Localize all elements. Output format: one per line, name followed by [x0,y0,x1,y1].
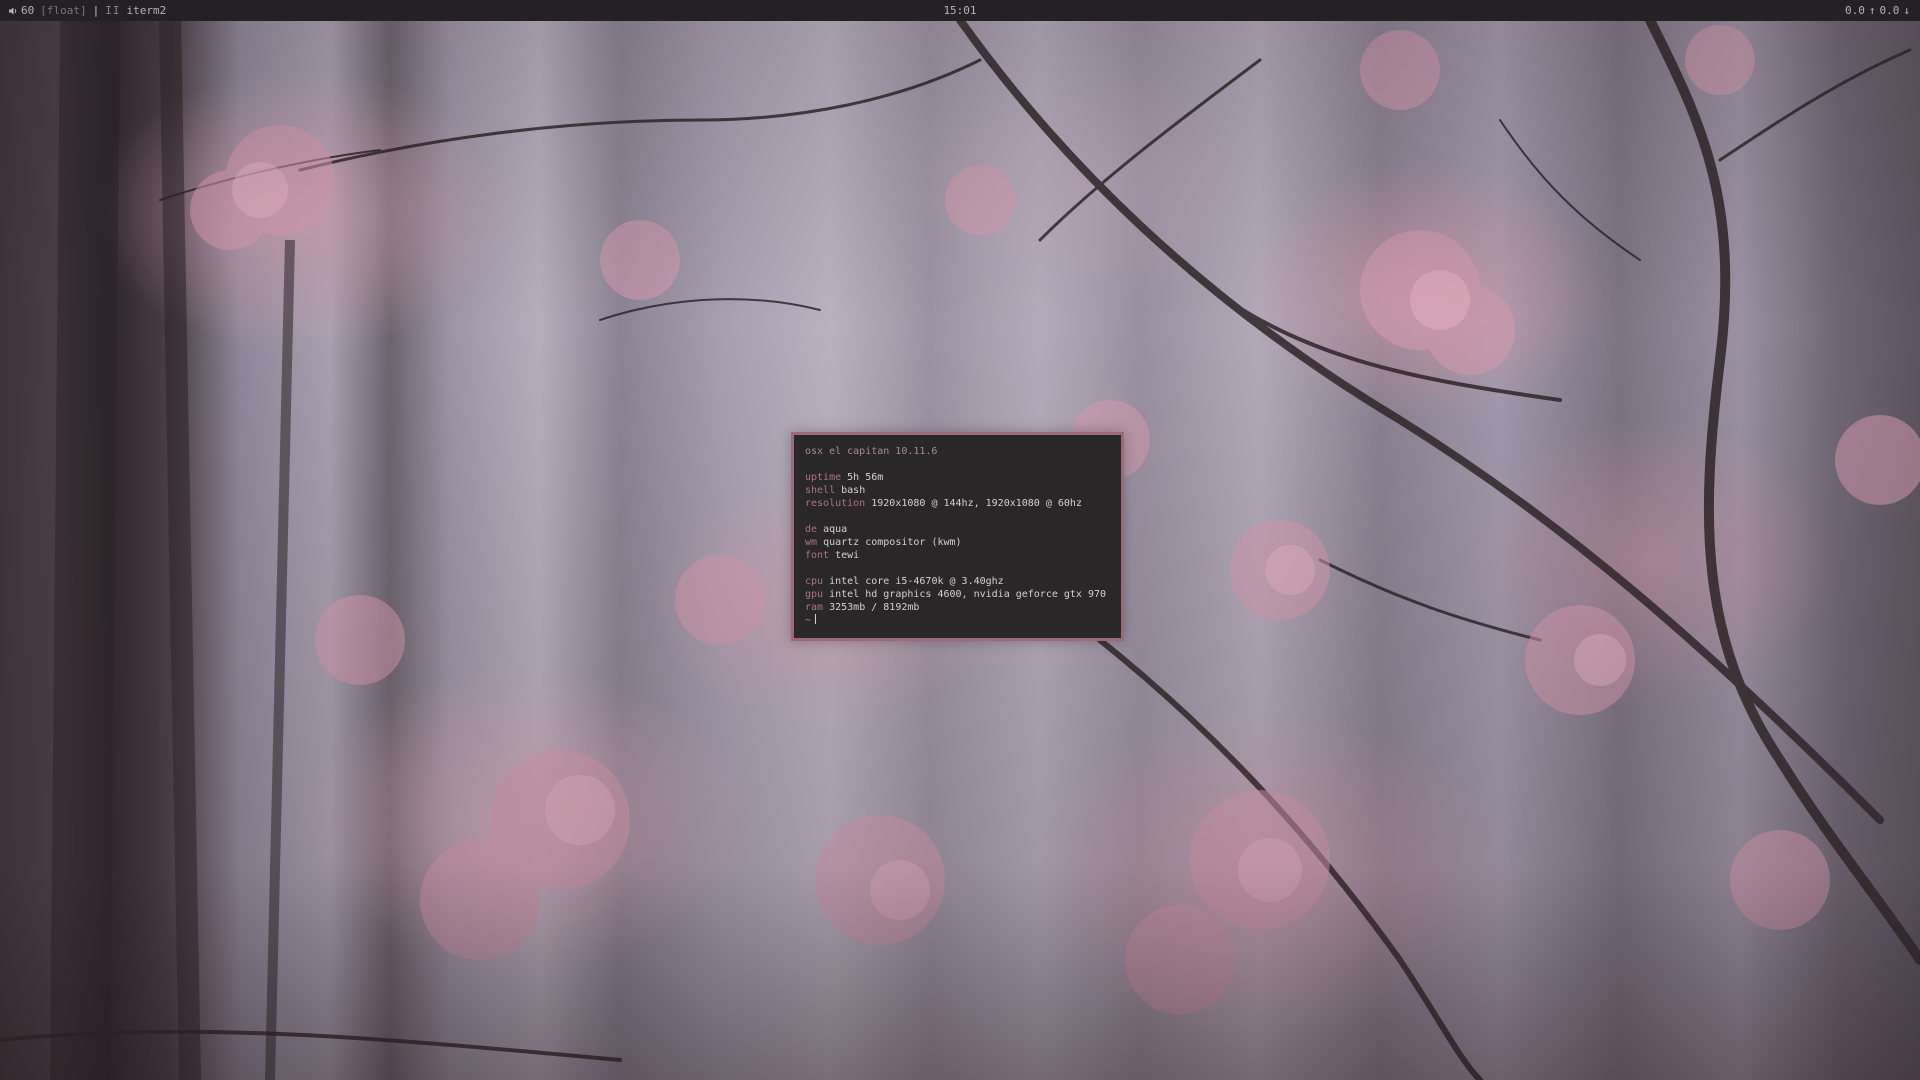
info-key: shell [805,485,836,496]
shell-prompt[interactable]: ~ [805,614,1110,627]
info-line-uptime: uptime 5h 56m [805,471,1110,484]
info-line-wm: wm quartz compositor (kwm) [805,536,1110,549]
info-line-ram: ram 3253mb / 8192mb [805,601,1110,614]
info-line-gpu: gpu intel hd graphics 4600, nvidia gefor… [805,588,1110,601]
info-value: intel hd graphics 4600, nvidia geforce g… [829,589,1107,600]
info-value: 5h 56m [847,472,884,483]
prompt-symbol: ~ [805,615,812,626]
terminal-window[interactable]: osx el capitan 10.11.6 uptime 5h 56m she… [791,432,1124,641]
info-value: quartz compositor (kwm) [823,537,962,548]
info-key: ram [805,602,824,613]
info-value: aqua [823,524,848,535]
info-key: font [805,550,830,561]
arrow-down-icon: ↓ [1903,4,1910,17]
arrow-up-icon: ↑ [1868,4,1876,17]
info-key: uptime [805,472,842,483]
os-info-line: osx el capitan 10.11.6 [805,446,938,457]
info-key: wm [805,537,818,548]
info-value: 1920x1080 @ 144hz, 1920x1080 @ 60hz [871,498,1082,509]
info-key: cpu [805,576,824,587]
info-line-cpu: cpu intel core i5-4670k @ 3.40ghz [805,575,1110,588]
info-value: bash [841,485,866,496]
text-cursor [815,614,817,624]
info-value: intel core i5-4670k @ 3.40ghz [829,576,1004,587]
info-key: gpu [805,589,824,600]
info-line-de: de aqua [805,523,1110,536]
info-key: resolution [805,498,866,509]
info-key: de [805,524,818,535]
network-indicator: 0.0 ↑ 0.0 ↓ [1845,0,1910,21]
clock: 15:01 [943,4,977,17]
info-value: tewi [835,550,860,561]
info-line-font: font tewi [805,549,1110,562]
info-value: 3253mb / 8192mb [829,602,920,613]
info-line-shell: shell bash [805,484,1110,497]
status-bar: 60 [float] | II iterm2 15:01 0.0 ↑ 0.0 ↓ [0,0,1920,21]
info-line-resolution: resolution 1920x1080 @ 144hz, 1920x1080 … [805,497,1110,510]
net-up-value: 0.0 [1845,4,1865,17]
net-down-value: 0.0 [1879,4,1900,17]
